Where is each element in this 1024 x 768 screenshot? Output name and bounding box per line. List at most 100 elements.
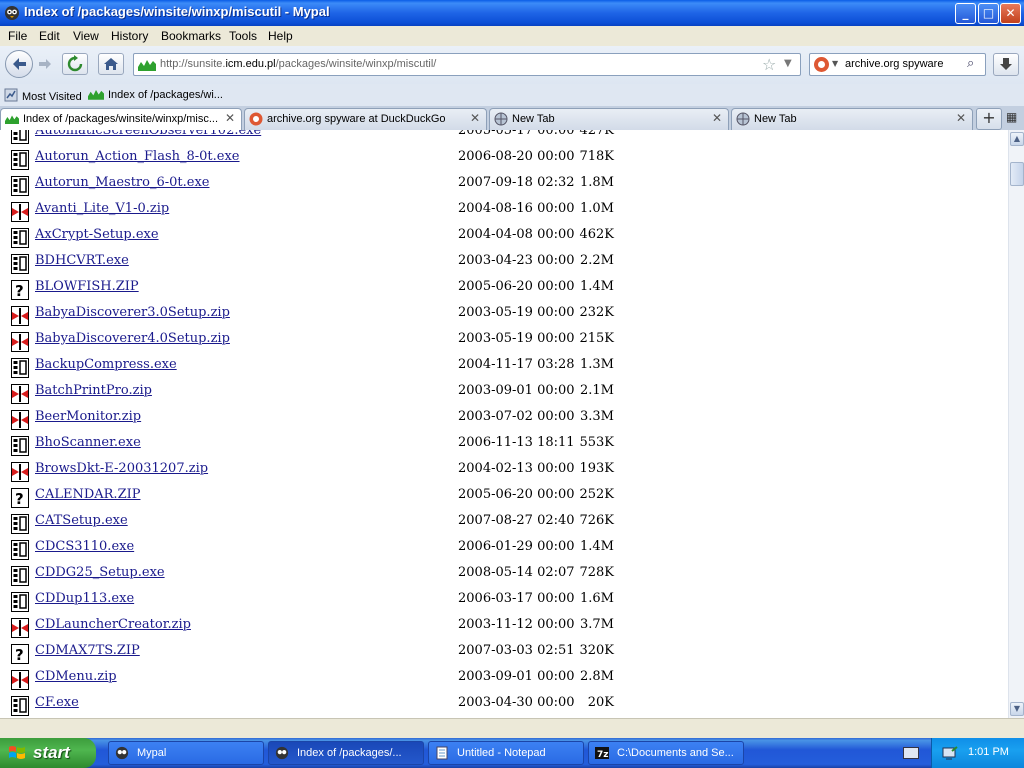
file-date: 2005-05-17 00:00 — [458, 130, 575, 138]
scroll-up-icon[interactable]: ▲ — [1010, 132, 1024, 146]
task-7zip[interactable]: 7z C:\Documents and Se... — [588, 741, 744, 765]
file-link[interactable]: BeerMonitor.zip — [35, 409, 141, 424]
url-bar[interactable]: http://sunsite.icm.edu.pl/packages/winsi… — [133, 53, 801, 76]
scroll-down-icon[interactable]: ▼ — [1010, 702, 1024, 716]
title-bar[interactable]: Index of /packages/winsite/winxp/miscuti… — [0, 0, 1024, 26]
taskbar: start Mypal Index of /packages/... Untit… — [0, 738, 1024, 768]
file-size: 2.1M — [580, 383, 614, 398]
search-input[interactable]: archive.org spyware — [845, 58, 943, 70]
file-link[interactable]: CDLauncherCreator.zip — [35, 617, 191, 632]
file-link[interactable]: BabyaDiscoverer4.0Setup.zip — [35, 331, 230, 346]
tab-label: archive.org spyware at DuckDuckGo — [267, 113, 446, 125]
task-index[interactable]: Index of /packages/... — [268, 741, 424, 765]
home-icon — [104, 58, 118, 70]
close-tab-icon[interactable]: ✕ — [712, 111, 722, 125]
page-content: AutomaticScreenObserver102.exe 2005-05-17… — [0, 130, 1008, 718]
menu-view[interactable]: View — [73, 29, 99, 43]
file-link[interactable]: BrowsDkt-E-20031207.zip — [35, 461, 208, 476]
close-tab-icon[interactable]: ✕ — [470, 111, 480, 125]
home-button[interactable] — [98, 53, 124, 75]
tab-duckduckgo[interactable]: archive.org spyware at DuckDuckGo ✕ — [244, 108, 487, 130]
file-link[interactable]: Autorun_Action_Flash_8-0t.exe — [35, 149, 240, 164]
list-all-tabs-icon[interactable]: ▦ — [1006, 110, 1017, 124]
bookmark-star-icon[interactable]: ☆ — [762, 55, 776, 74]
menu-tools[interactable]: Tools — [229, 29, 257, 43]
start-button[interactable]: start — [0, 738, 96, 768]
file-link[interactable]: BDHCVRT.exe — [35, 253, 129, 268]
downloads-button[interactable] — [993, 53, 1019, 76]
minimize-button[interactable]: _ — [955, 3, 976, 24]
new-tab-button[interactable]: + — [976, 108, 1002, 130]
file-size: 252K — [579, 487, 614, 502]
duckduckgo-icon[interactable] — [814, 57, 829, 72]
keyboard-icon[interactable] — [903, 747, 919, 759]
file-link[interactable]: BackupCompress.exe — [35, 357, 177, 372]
file-link[interactable]: BatchPrintPro.zip — [35, 383, 152, 398]
file-date: 2003-11-12 00:00 — [458, 617, 575, 632]
file-row: AxCrypt-Setup.exe 2004-04-08 00:00 462K — [0, 224, 1008, 250]
file-link[interactable]: BLOWFISH.ZIP — [35, 279, 139, 294]
engine-dropdown-icon[interactable]: ▼ — [832, 59, 838, 68]
close-button[interactable]: ✕ — [1000, 3, 1021, 24]
file-date: 2003-05-19 00:00 — [458, 305, 575, 320]
reload-button[interactable] — [62, 53, 88, 75]
menu-history[interactable]: History — [111, 29, 148, 43]
menu-bar: File Edit View History Bookmarks Tools H… — [0, 26, 1024, 46]
file-link[interactable]: CDCS3110.exe — [35, 539, 134, 554]
bookmark-most-visited[interactable]: Most Visited — [4, 88, 82, 103]
file-size: 1.0M — [580, 201, 614, 216]
file-link[interactable]: CF.exe — [35, 695, 79, 710]
bookmarks-toolbar: Most Visited Index of /packages/wi... — [0, 84, 1024, 106]
file-link[interactable]: CDMAX7TS.ZIP — [35, 643, 140, 658]
vertical-scrollbar[interactable]: ▲ ▼ — [1008, 130, 1024, 718]
file-size: 232K — [579, 305, 614, 320]
file-link[interactable]: CALENDAR.ZIP — [35, 487, 140, 502]
maximize-button[interactable]: □ — [978, 3, 999, 24]
tab-new-1[interactable]: New Tab ✕ — [489, 108, 729, 130]
search-bar[interactable]: ▼ archive.org spyware ⌕ — [809, 53, 986, 76]
scroll-thumb[interactable] — [1010, 162, 1024, 186]
file-row: BabyaDiscoverer3.0Setup.zip 2003-05-19 00… — [0, 302, 1008, 328]
close-tab-icon[interactable]: ✕ — [956, 111, 966, 125]
compressed-file-icon — [10, 618, 30, 638]
file-size: 1.4M — [580, 279, 614, 294]
file-row: ? CALENDAR.ZIP 2005-06-20 00:00 252K — [0, 484, 1008, 510]
file-link[interactable]: CDDG25_Setup.exe — [35, 565, 165, 580]
search-icon[interactable]: ⌕ — [967, 56, 974, 71]
menu-help[interactable]: Help — [268, 29, 293, 43]
compressed-file-icon — [10, 410, 30, 430]
url-dropdown-icon[interactable]: ▼ — [784, 58, 792, 69]
menu-bookmarks[interactable]: Bookmarks — [161, 29, 221, 43]
bookmark-index[interactable]: Index of /packages/wi... — [88, 88, 223, 101]
task-notepad[interactable]: Untitled - Notepad — [428, 741, 584, 765]
file-date: 2003-05-19 00:00 — [458, 331, 575, 346]
back-button[interactable] — [5, 50, 33, 78]
file-listing: AutomaticScreenObserver102.exe 2005-05-17… — [0, 130, 1008, 718]
file-link[interactable]: CATSetup.exe — [35, 513, 128, 528]
file-link[interactable]: CDDup113.exe — [35, 591, 134, 606]
file-link[interactable]: BabyaDiscoverer3.0Setup.zip — [35, 305, 230, 320]
globe-icon — [494, 112, 508, 126]
tray-app-icon[interactable] — [942, 745, 958, 761]
file-link[interactable]: BhoScanner.exe — [35, 435, 141, 450]
binary-file-icon — [10, 436, 30, 456]
duckduckgo-icon — [249, 112, 263, 126]
forward-button[interactable] — [36, 55, 54, 73]
file-link[interactable]: AutomaticScreenObserver102.exe — [35, 130, 261, 138]
tab-index[interactable]: Index of /packages/winsite/winxp/misc...… — [0, 108, 242, 131]
tab-new-2[interactable]: New Tab ✕ — [731, 108, 973, 130]
file-date: 2007-03-03 02:51 — [458, 643, 575, 658]
menu-file[interactable]: File — [8, 29, 27, 43]
close-tab-icon[interactable]: ✕ — [225, 111, 235, 125]
compressed-file-icon — [10, 462, 30, 482]
tab-strip: Index of /packages/winsite/winxp/misc...… — [0, 106, 1024, 131]
file-row: CF.exe 2003-04-30 00:00 20K — [0, 692, 1008, 718]
task-mypal[interactable]: Mypal — [108, 741, 264, 765]
menu-edit[interactable]: Edit — [39, 29, 60, 43]
file-link[interactable]: AxCrypt-Setup.exe — [35, 227, 159, 242]
forward-arrow-icon — [39, 59, 51, 69]
file-link[interactable]: CDMenu.zip — [35, 669, 117, 684]
file-link[interactable]: Avanti_Lite_V1-0.zip — [35, 201, 169, 216]
file-size: 427K — [579, 130, 614, 138]
file-link[interactable]: Autorun_Maestro_6-0t.exe — [35, 175, 209, 190]
